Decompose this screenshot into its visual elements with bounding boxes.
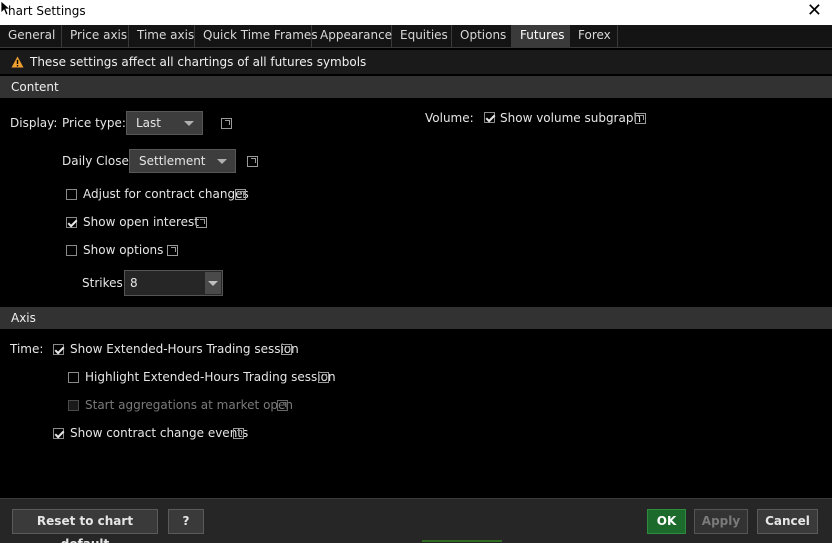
daily-close-value: Settlement [139,154,206,168]
strikes-dropdown-button[interactable] [205,272,221,294]
tab-quick-time-frames[interactable]: Quick Time Frames [195,25,318,47]
share-icon[interactable] [221,118,232,129]
taskbar-indicator [422,540,502,542]
price-type-value: Last [136,116,161,130]
tab-options[interactable]: Options [452,25,512,47]
tab-futures[interactable]: Futures [512,25,570,47]
tab-bar: General Price axis Time axis Quick Time … [0,25,832,48]
volume-label: Volume: [425,111,474,125]
window-title: hart Settings [8,4,86,18]
axis-section-header: Axis [0,307,832,329]
share-icon[interactable] [235,189,246,200]
show-options-checkbox[interactable] [66,245,77,256]
tab-forex[interactable]: Forex [570,25,618,47]
show-contract-change-checkbox[interactable] [53,428,64,439]
footer-bar: Reset to chart default ? OK Apply Cancel [0,498,832,543]
share-icon[interactable] [281,344,292,355]
show-eth-label: Show Extended-Hours Trading session [70,342,299,356]
share-icon[interactable] [233,428,244,439]
show-open-interest-checkbox[interactable] [66,217,77,228]
share-icon[interactable] [247,156,258,167]
highlight-eth-label: Highlight Extended-Hours Trading session [85,370,336,384]
reset-to-chart-default-button[interactable]: Reset to chart default [12,509,158,543]
notice-bar: These settings affect all chartings of a… [0,50,832,74]
adjust-contract-changes-checkbox[interactable] [66,189,77,200]
share-icon[interactable] [635,113,646,124]
start-aggregations-label: Start aggregations at market open [85,398,294,412]
apply-button[interactable]: Apply [694,509,748,534]
display-label: Display: [10,116,58,130]
strikes-input[interactable]: 8 [124,270,223,296]
title-bar: hart Settings ✕ [0,0,832,25]
axis-section-label: Axis [11,311,36,325]
show-open-interest-label: Show open interest [83,215,199,229]
help-button[interactable]: ? [168,509,204,534]
share-icon[interactable] [196,217,207,228]
show-volume-subgraph-checkbox[interactable] [484,112,495,123]
show-options-label: Show options [83,243,164,257]
daily-close-label: Daily Close: [62,154,133,168]
share-icon[interactable] [318,372,329,383]
show-volume-subgraph-label: Show volume subgraph [500,111,642,125]
tab-appearance[interactable]: Appearance [312,25,392,47]
chevron-down-icon [184,121,194,126]
daily-close-dropdown[interactable]: Settlement [129,149,236,173]
show-eth-checkbox[interactable] [53,344,64,355]
share-icon [277,400,288,411]
strikes-label: Strikes: [82,276,127,290]
strikes-value: 8 [130,276,138,290]
tab-price-axis[interactable]: Price axis [62,25,129,47]
price-type-label: Price type: [62,116,126,130]
close-icon[interactable]: ✕ [807,1,822,21]
content-section-header: Content [0,76,832,98]
ok-button[interactable]: OK [647,509,686,534]
chevron-down-icon [217,159,227,164]
tab-general[interactable]: General [0,25,62,47]
start-aggregations-checkbox [68,400,79,411]
cancel-button[interactable]: Cancel [757,509,818,534]
price-type-dropdown[interactable]: Last [126,111,203,135]
show-contract-change-label: Show contract change events [70,426,249,440]
notice-text: These settings affect all chartings of a… [30,55,367,69]
time-label: Time: [10,342,44,356]
tab-time-axis[interactable]: Time axis [129,25,195,47]
adjust-contract-changes-label: Adjust for contract changes [83,187,249,201]
highlight-eth-checkbox[interactable] [68,372,79,383]
content-section-label: Content [11,80,59,94]
share-icon[interactable] [167,245,178,256]
warning-icon [11,56,24,68]
tab-equities[interactable]: Equities [392,25,452,47]
